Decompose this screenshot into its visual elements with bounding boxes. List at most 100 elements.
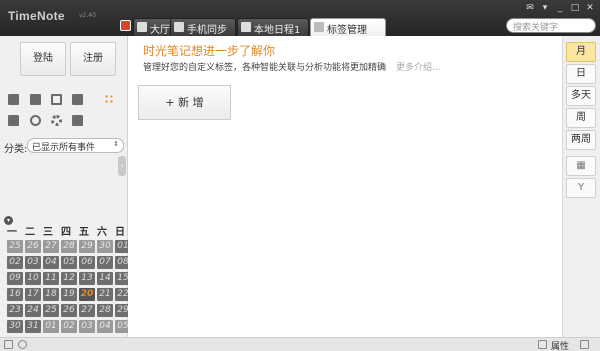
calendar-day[interactable]: 02 xyxy=(61,320,77,333)
tag-management-panel: 时光笔记想进一步了解你 管理好您的自定义标签，各种智能关联与分析功能将更加精确 … xyxy=(128,36,562,337)
weekday-header: 日 xyxy=(115,227,125,238)
weekday-header: 二 xyxy=(25,227,35,238)
lock-icon[interactable] xyxy=(4,340,13,349)
calendar-day[interactable]: 01 xyxy=(43,320,59,333)
calendar-day[interactable]: 03 xyxy=(79,320,95,333)
calendar-day[interactable]: 27 xyxy=(79,304,95,317)
calendar-day[interactable]: 18 xyxy=(43,288,59,301)
view-twoweek-button[interactable]: 两周 xyxy=(566,130,596,150)
app-version: v2.40 xyxy=(79,12,96,19)
settings-icon[interactable] xyxy=(51,115,62,126)
folder-open-icon[interactable] xyxy=(8,94,19,105)
calendar-day[interactable]: 10 xyxy=(25,272,41,285)
category-value: 已显示所有事件 xyxy=(32,143,96,153)
calendar-day[interactable]: 27 xyxy=(43,240,59,253)
calendar-day[interactable]: 23 xyxy=(7,304,23,317)
clipboard-icon[interactable] xyxy=(72,115,83,126)
tab-mobile-sync[interactable]: 手机同步 xyxy=(170,18,236,36)
category-label: 分类: xyxy=(4,144,28,155)
calendar-day[interactable]: 13 xyxy=(79,272,95,285)
view-multiday-button[interactable]: 多天 xyxy=(566,86,596,106)
calendar-day[interactable]: 04 xyxy=(43,256,59,269)
calendar-day[interactable]: 02 xyxy=(7,256,23,269)
calendar-day[interactable]: 07 xyxy=(97,256,113,269)
title-bar: TimeNote v2.40 ✉ ▾ _ □ ✕ 大厅 手机同步 本地日程1 标… xyxy=(0,0,600,36)
page-headline: 时光笔记想进一步了解你 xyxy=(143,44,276,58)
maximize-icon[interactable]: □ xyxy=(569,3,581,14)
tab-label: 标签管理 xyxy=(327,25,367,36)
edit-icon[interactable] xyxy=(72,94,83,105)
view-week-button[interactable]: 周 xyxy=(566,108,596,128)
calendar-day[interactable]: 29 xyxy=(79,240,95,253)
weekday-header: 四 xyxy=(61,227,71,238)
tab-tag-management[interactable]: 标签管理 xyxy=(310,18,386,36)
calendar-day[interactable]: 28 xyxy=(97,304,113,317)
save-icon[interactable] xyxy=(51,94,62,105)
weekday-header: 三 xyxy=(43,227,53,238)
search-input[interactable]: 搜索关键字 xyxy=(506,18,596,33)
left-sidebar: 登陆 注册 分类: 已显示所有事件 ⇕ ‹ ▾ 一二三四五六日 25 26 27 28… xyxy=(0,36,131,337)
phone-icon xyxy=(174,22,184,32)
calendar-day[interactable]: 25 xyxy=(43,304,59,317)
properties-icon xyxy=(538,340,547,349)
properties-label[interactable]: 属性 xyxy=(551,339,569,351)
register-button[interactable]: 注册 xyxy=(70,42,116,76)
calendar-day[interactable]: 09 xyxy=(7,272,23,285)
calendar-day[interactable]: 26 xyxy=(61,304,77,317)
view-day-button[interactable]: 日 xyxy=(566,64,596,84)
sound-icon[interactable] xyxy=(18,340,27,349)
tab-label: 本地日程1 xyxy=(254,25,301,36)
calendar-day[interactable]: 16 xyxy=(7,288,23,301)
calendar-day[interactable]: 20 xyxy=(79,288,95,301)
calendar-grid-icon[interactable]: ▦ xyxy=(566,156,596,176)
mail-icon[interactable]: ✉ xyxy=(524,3,536,14)
tab-local-schedule[interactable]: 本地日程1 xyxy=(237,18,309,36)
calendar-day[interactable]: 19 xyxy=(61,288,77,301)
chat-icon[interactable] xyxy=(580,340,589,349)
calendar-day[interactable]: 28 xyxy=(61,240,77,253)
calendar-day[interactable]: 11 xyxy=(43,272,59,285)
tag-icon xyxy=(314,22,324,32)
menu-icon[interactable]: ▾ xyxy=(539,3,551,14)
view-switcher: 月 日 多天 周 两周 ▦ Y xyxy=(562,36,600,337)
tab-label: 大厅 xyxy=(150,25,170,36)
more-info-link[interactable]: 更多介绍... xyxy=(396,60,441,73)
calendar-day[interactable]: 25 xyxy=(7,240,23,253)
new-file-icon[interactable] xyxy=(30,94,41,105)
calendar-day[interactable]: 24 xyxy=(25,304,41,317)
calendar-day[interactable]: 03 xyxy=(25,256,41,269)
calendar-day[interactable]: 06 xyxy=(79,256,95,269)
weekday-header: 六 xyxy=(97,227,107,238)
grid-icon[interactable] xyxy=(104,94,115,105)
status-bar: 属性 xyxy=(0,337,600,351)
calendar-day[interactable]: 14 xyxy=(97,272,113,285)
close-icon[interactable]: ✕ xyxy=(584,3,596,14)
app-title: TimeNote xyxy=(8,9,65,23)
collapse-sidebar-handle[interactable]: ‹ xyxy=(118,156,126,176)
category-select[interactable]: 已显示所有事件 ⇕ xyxy=(27,138,124,153)
calendar-day[interactable]: 21 xyxy=(97,288,113,301)
calendar-day[interactable]: 05 xyxy=(61,256,77,269)
login-button[interactable]: 登陆 xyxy=(20,42,66,76)
calendar-day[interactable]: 30 xyxy=(97,240,113,253)
weekday-header: 五 xyxy=(79,227,89,238)
schedule-icon xyxy=(241,22,251,32)
view-month-button[interactable]: 月 xyxy=(566,42,596,62)
calendar-day[interactable]: 31 xyxy=(25,320,41,333)
hall-icon xyxy=(137,22,147,32)
calendar-day[interactable]: 26 xyxy=(25,240,41,253)
copy-icon[interactable] xyxy=(8,115,19,126)
updown-arrow-icon: ⇕ xyxy=(113,140,119,148)
calendar-day[interactable]: 12 xyxy=(61,272,77,285)
calendar-day[interactable]: 04 xyxy=(97,320,113,333)
minimize-icon[interactable]: _ xyxy=(554,3,566,14)
undo-icon[interactable] xyxy=(30,115,41,126)
calendar-day[interactable]: 30 xyxy=(7,320,23,333)
home-icon[interactable] xyxy=(120,20,131,31)
add-tag-button[interactable]: + 新 增 xyxy=(138,85,231,120)
weekday-header: 一 xyxy=(7,227,17,238)
calendar-day[interactable]: 17 xyxy=(25,288,41,301)
sprout-icon[interactable]: Y xyxy=(566,178,596,198)
tab-hall[interactable]: 大厅 xyxy=(133,18,173,36)
page-description: 管理好您的自定义标签，各种智能关联与分析功能将更加精确 xyxy=(143,63,387,73)
